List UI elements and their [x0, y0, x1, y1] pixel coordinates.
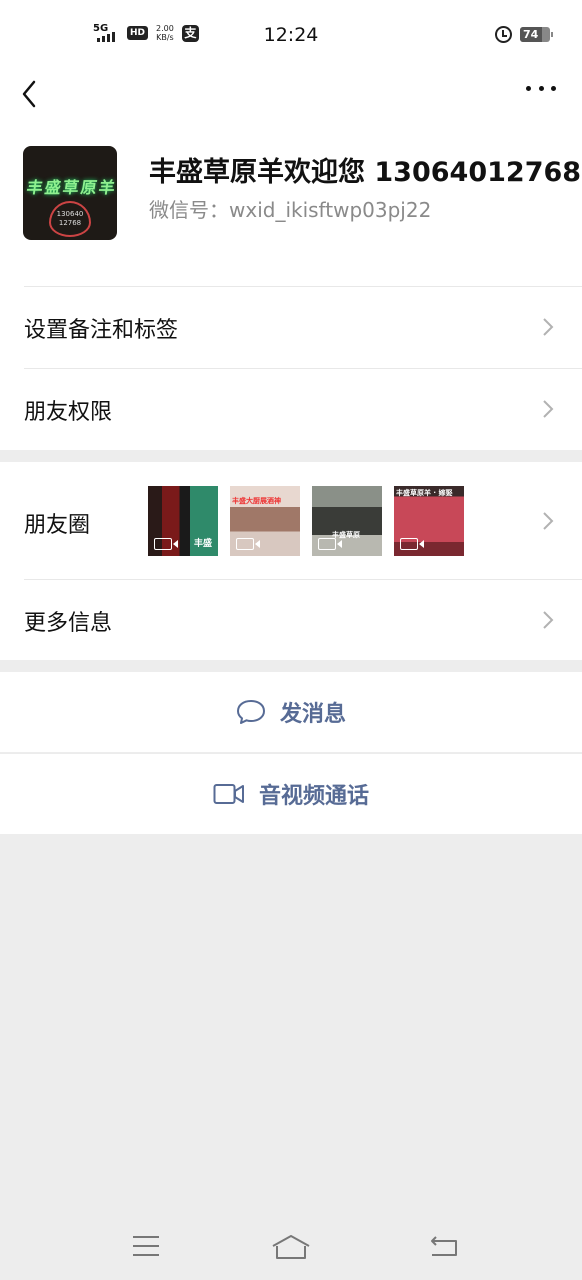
nav-bar	[0, 70, 582, 120]
send-message-button[interactable]: 发消息	[0, 672, 582, 752]
video-call-label: 音视频通话	[258, 783, 369, 809]
moments-thumbnail: 丰盛	[148, 486, 218, 556]
back-icon[interactable]	[428, 1234, 460, 1258]
wechat-id: 微信号：wxid_ikisftwp03pj22	[149, 198, 432, 222]
video-call-button[interactable]: 音视频通话	[0, 753, 582, 834]
divider	[24, 368, 582, 369]
video-icon	[318, 538, 342, 550]
avatar-number: 130640 12768	[56, 210, 84, 227]
system-nav-bar	[0, 1210, 582, 1280]
remark-tags-row[interactable]: 设置备注和标签	[0, 286, 582, 368]
send-message-label: 发消息	[279, 702, 346, 727]
friend-permissions-label: 朋友权限	[24, 400, 113, 425]
menu-icon[interactable]	[131, 1234, 161, 1258]
chevron-right-icon	[543, 318, 554, 336]
moments-thumbnail: 丰盛草原	[312, 486, 382, 556]
moments-thumbnail: 丰盛大厨展酒神	[230, 486, 300, 556]
home-icon[interactable]	[271, 1234, 311, 1260]
chat-bubble-icon	[236, 700, 265, 724]
friend-permissions-row[interactable]: 朋友权限	[0, 368, 582, 450]
more-info-label: 更多信息	[24, 611, 113, 636]
chevron-right-icon	[543, 400, 554, 418]
divider	[24, 286, 582, 287]
avatar-sign-text: 丰盛草原羊	[25, 178, 117, 197]
battery-level: 74	[523, 28, 539, 41]
contact-name: 丰盛草原羊欢迎您 13064012768	[149, 157, 582, 188]
video-camera-icon	[213, 783, 244, 804]
thumbnail-caption: 丰盛	[194, 539, 213, 549]
profile-header: 丰盛草原羊 130640 12768 丰盛草原羊欢迎您 13064012768 …	[0, 120, 582, 286]
status-bar: 5G HD 2.00 KB/s 支 12:24 74	[0, 0, 582, 70]
moments-label: 朋友圈	[24, 513, 91, 538]
moments-thumbnails: 丰盛 丰盛大厨展酒神 丰盛草原 丰盛草原羊 · 嫁娶	[148, 486, 464, 556]
thumbnail-caption: 丰盛草原	[332, 531, 360, 539]
more-info-row[interactable]: 更多信息	[0, 579, 582, 660]
status-right: 74	[495, 26, 553, 43]
video-icon	[236, 538, 260, 550]
chevron-right-icon	[543, 512, 554, 530]
moments-thumbnail: 丰盛草原羊 · 嫁娶	[394, 486, 464, 556]
divider	[24, 579, 582, 580]
video-icon	[154, 538, 178, 550]
thumbnail-caption: 丰盛大厨展酒神	[232, 497, 281, 505]
more-options-icon[interactable]	[526, 86, 556, 94]
moments-row[interactable]: 朋友圈 丰盛 丰盛大厨展酒神 丰盛草原 丰盛草原羊 · 嫁娶	[0, 462, 582, 579]
video-icon	[400, 538, 424, 550]
battery-icon: 74	[520, 27, 553, 42]
back-arrow-icon[interactable]	[20, 76, 50, 108]
thumbnail-caption: 丰盛草原羊 · 嫁娶	[396, 489, 453, 497]
alarm-icon	[495, 26, 512, 43]
remark-tags-label: 设置备注和标签	[24, 318, 179, 343]
avatar[interactable]: 丰盛草原羊 130640 12768	[23, 146, 117, 240]
chevron-right-icon	[543, 611, 554, 629]
